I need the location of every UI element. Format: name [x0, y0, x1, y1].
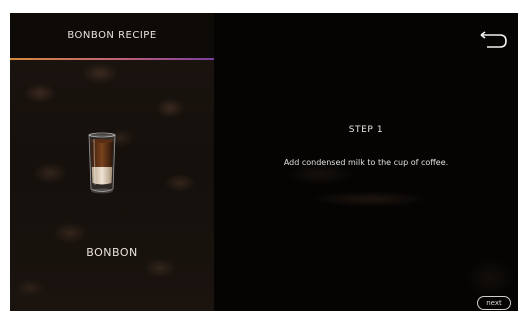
- background-smoke: [465, 258, 515, 298]
- recipe-panel: BONBON RECIPE BONBON: [10, 13, 214, 311]
- return-arrow-icon[interactable]: [478, 29, 508, 49]
- recipe-screen: BONBON RECIPE BONBON STEP 1 Add condense…: [10, 13, 518, 311]
- step-description: Add condensed milk to the cup of coffee.: [283, 158, 449, 167]
- title-underline: [10, 58, 214, 60]
- next-button[interactable]: next: [477, 296, 511, 310]
- step-title: STEP 1: [348, 125, 384, 135]
- panel-title: BONBON RECIPE: [10, 13, 214, 59]
- bonbon-glass-icon: [88, 132, 116, 194]
- background-smoke: [310, 191, 430, 207]
- drink-name: BONBON: [86, 246, 138, 259]
